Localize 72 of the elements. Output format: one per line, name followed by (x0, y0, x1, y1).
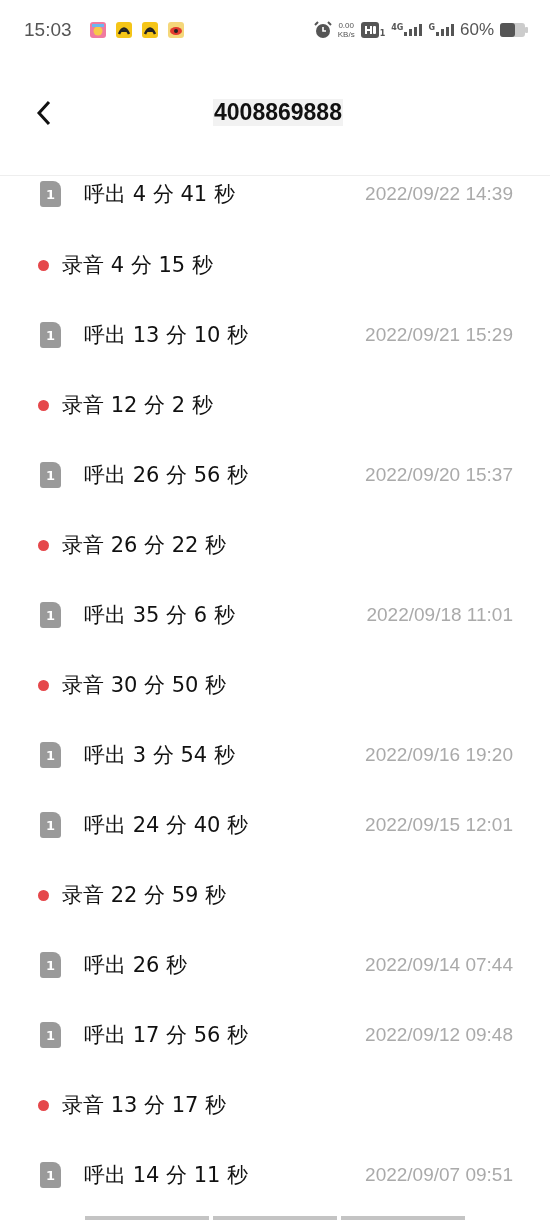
call-label: 呼出 26 秒 (84, 952, 189, 979)
list-row[interactable]: 1 呼出 17 分 56 秒 2022/09/12 09:48 (0, 1000, 550, 1070)
sim-icon: 1 (40, 602, 61, 628)
sim-icon: 1 (40, 1162, 61, 1188)
eye-icon (167, 22, 184, 38)
list-row[interactable]: 录音 30 分 50 秒 (0, 650, 550, 720)
battery-icon (500, 23, 528, 37)
recording-dot-icon (38, 399, 49, 411)
recording-dot-icon (38, 259, 49, 271)
signal-icon (404, 24, 423, 36)
clock-time: 15:03 (24, 19, 72, 41)
sim-icon: 1 (40, 181, 61, 207)
speed-unit: KB/s (337, 30, 355, 39)
list-row[interactable]: 1 呼出 13 分 10 秒 2022/09/21 15:29 (0, 300, 550, 370)
network-label: G (428, 24, 435, 32)
call-date: 2022/09/07 09:51 (365, 1164, 513, 1186)
call-label: 呼出 26 分 56 秒 (84, 462, 250, 489)
sim-icon: 1 (40, 462, 61, 488)
recording-dot-icon (38, 539, 49, 551)
recording-label: 录音 12 分 2 秒 (62, 392, 213, 419)
call-label: 呼出 35 分 6 秒 (84, 602, 236, 629)
list-row[interactable]: 1 呼出 3 分 54 秒 2022/09/16 19:20 (0, 720, 550, 790)
list-row[interactable]: 1 呼出 4 分 41 秒 2022/09/22 14:39 (0, 176, 550, 230)
list-row[interactable]: 录音 4 分 15 秒 (0, 230, 550, 300)
call-date: 2022/09/20 15:37 (365, 464, 513, 486)
list-row[interactable]: 录音 22 分 59 秒 (0, 860, 550, 930)
list-row[interactable]: 1 呼出 35 分 6 秒 2022/09/18 11:01 (0, 580, 550, 650)
call-date: 2022/09/16 19:20 (365, 744, 513, 766)
list-row[interactable]: 录音 13 分 17 秒 (0, 1070, 550, 1140)
recording-label: 录音 26 分 22 秒 (62, 532, 227, 559)
sim-number: 1 (379, 29, 386, 38)
recording-label: 录音 30 分 50 秒 (62, 672, 227, 699)
call-date: 2022/09/15 12:01 (365, 814, 513, 836)
call-date: 2022/09/14 07:44 (365, 954, 513, 976)
app-icon (89, 22, 106, 38)
list-row[interactable]: 录音 12 分 2 秒 (0, 370, 550, 440)
call-label: 呼出 24 分 40 秒 (84, 812, 250, 839)
recording-dot-icon (38, 679, 49, 691)
sim-icon: 1 (40, 952, 61, 978)
network-label: 4G (391, 24, 404, 32)
battery-percent: 60% (459, 20, 494, 40)
call-date: 2022/09/18 11:01 (366, 604, 513, 626)
call-label: 呼出 4 分 41 秒 (84, 181, 236, 208)
recording-dot-icon (38, 889, 49, 901)
alarm-icon (313, 21, 332, 39)
list-row[interactable]: 1 呼出 24 分 40 秒 2022/09/15 12:01 (0, 790, 550, 860)
sim-icon: 1 (40, 1022, 61, 1048)
hd-icon (360, 22, 379, 38)
page-title: 4008869888 (213, 99, 343, 126)
sim-icon: 1 (40, 812, 61, 838)
call-date: 2022/09/22 14:39 (365, 183, 513, 205)
recording-label: 录音 4 分 15 秒 (62, 252, 213, 279)
sim-icon: 1 (40, 322, 61, 348)
speed-value: 0.00 (338, 21, 354, 30)
list-row[interactable]: 1 呼出 26 分 56 秒 2022/09/20 15:37 (0, 440, 550, 510)
recording-label: 录音 13 分 17 秒 (62, 1092, 227, 1119)
app-icon (115, 22, 132, 38)
call-label: 呼出 13 分 10 秒 (84, 322, 250, 349)
sim-icon: 1 (40, 742, 61, 768)
recording-label: 录音 22 分 59 秒 (62, 882, 227, 909)
list-row[interactable]: 1 呼出 14 分 11 秒 2022/09/07 09:51 (0, 1140, 550, 1210)
list-row[interactable]: 录音 26 分 22 秒 (0, 510, 550, 580)
signal-icon (435, 24, 454, 36)
call-date: 2022/09/21 15:29 (365, 324, 513, 346)
app-icon (141, 22, 158, 38)
call-label: 呼出 3 分 54 秒 (84, 742, 236, 769)
call-label: 呼出 14 分 11 秒 (84, 1162, 250, 1189)
back-icon (36, 99, 52, 126)
recording-dot-icon (38, 1099, 49, 1111)
call-label: 呼出 17 分 56 秒 (84, 1022, 250, 1049)
list-row[interactable]: 1 呼出 26 秒 2022/09/14 07:44 (0, 930, 550, 1000)
call-date: 2022/09/12 09:48 (365, 1024, 513, 1046)
